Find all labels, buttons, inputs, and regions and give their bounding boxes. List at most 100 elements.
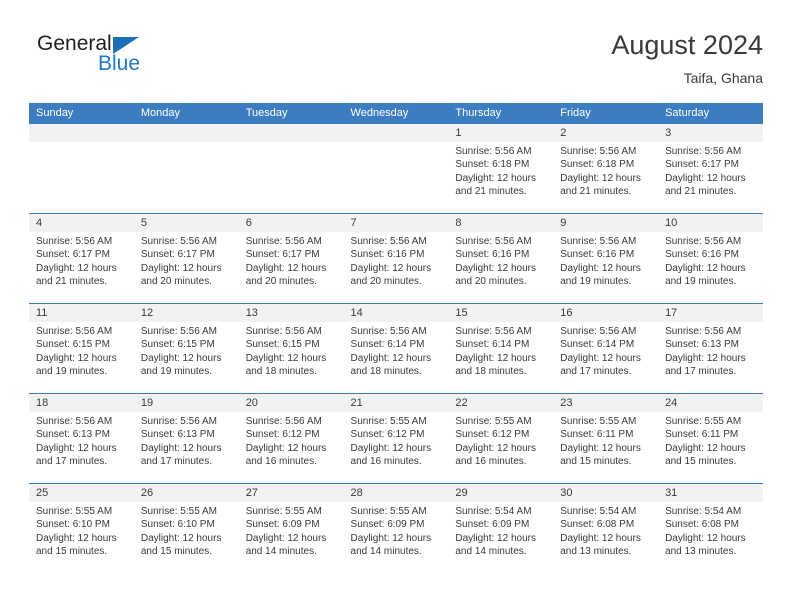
sunrise-text: Sunrise: 5:55 AM	[455, 416, 532, 427]
sunset-text: Sunset: 6:12 PM	[350, 429, 425, 441]
calendar-day-cell[interactable]: 24 Sunrise: 5:55 AM Sunset: 6:11 PM Dayligh…	[658, 394, 763, 483]
calendar-day-cell[interactable]: 1 Sunrise: 5:56 AM Sunset: 6:18 PM Daylight…	[448, 124, 554, 213]
daylight-text: Daylight: 12 hours	[140, 262, 222, 274]
daylight-text: and 14 minutes.	[350, 546, 422, 558]
daylight-text: Daylight: 12 hours	[665, 172, 746, 184]
calendar-day-cell[interactable]: 3 Sunrise: 5:56 AM Sunset: 6:17 PM Daylight…	[658, 124, 763, 213]
calendar-day-cell[interactable]: 18 Sunrise: 5:56 AM Sunset: 6:13 PM Dayligh…	[29, 394, 134, 483]
day-number: 13	[238, 304, 344, 322]
sunrise-text: Sunrise: 5:56 AM	[665, 326, 742, 337]
calendar-day-cell[interactable]: 10 Sunrise: 5:56 AM Sunset: 6:16 PM Dayligh…	[658, 214, 763, 303]
sunrise-text: Sunrise: 5:56 AM	[36, 326, 113, 337]
sunset-text: Sunset: 6:15 PM	[140, 339, 215, 351]
calendar-day-cell[interactable]: 17 Sunrise: 5:56 AM Sunset: 6:13 PM Dayligh…	[658, 304, 763, 393]
sunrise-text: Sunrise: 5:56 AM	[140, 326, 217, 337]
sunset-text: Sunset: 6:11 PM	[665, 429, 739, 441]
daylight-text: and 17 minutes.	[560, 366, 632, 378]
weekday-header-saturday: Saturday	[658, 103, 763, 124]
day-number	[133, 124, 239, 142]
sunrise-text: Sunrise: 5:56 AM	[455, 326, 532, 337]
day-number: 31	[658, 484, 763, 502]
calendar-day-cell[interactable]: 16 Sunrise: 5:56 AM Sunset: 6:14 PM Dayligh…	[553, 304, 659, 393]
sunrise-text: Sunrise: 5:56 AM	[140, 416, 217, 427]
daylight-text: Daylight: 12 hours	[350, 532, 432, 544]
calendar-day-cell[interactable]: 15 Sunrise: 5:56 AM Sunset: 6:14 PM Dayligh…	[448, 304, 554, 393]
sunrise-text: Sunrise: 5:56 AM	[560, 146, 637, 157]
calendar-day-cell[interactable]: 5 Sunrise: 5:56 AM Sunset: 6:17 PM Daylight…	[133, 214, 239, 303]
calendar-day-cell[interactable]: 11 Sunrise: 5:56 AM Sunset: 6:15 PM Dayligh…	[29, 304, 134, 393]
calendar-day-cell[interactable]: 22 Sunrise: 5:55 AM Sunset: 6:12 PM Dayligh…	[448, 394, 554, 483]
calendar-day-cell[interactable]: 26 Sunrise: 5:55 AM Sunset: 6:10 PM Dayligh…	[133, 484, 239, 573]
sunrise-text: Sunrise: 5:56 AM	[245, 416, 322, 427]
calendar-day-cell[interactable]: 14 Sunrise: 5:56 AM Sunset: 6:14 PM Dayligh…	[343, 304, 449, 393]
day-details: Sunrise: 5:56 AM Sunset: 6:15 PM Daylight:…	[239, 322, 344, 379]
calendar-day-cell[interactable]: 7 Sunrise: 5:56 AM Sunset: 6:16 PM Daylight…	[343, 214, 449, 303]
sunrise-text: Sunrise: 5:56 AM	[455, 146, 532, 157]
daylight-text: Daylight: 12 hours	[245, 262, 327, 274]
day-number	[238, 124, 344, 142]
calendar-empty-cell	[238, 124, 344, 213]
calendar-page: General Blue August 2024 Taifa, Ghana Su…	[0, 0, 792, 612]
calendar-day-cell[interactable]: 19 Sunrise: 5:56 AM Sunset: 6:13 PM Dayligh…	[133, 394, 239, 483]
sunrise-text: Sunrise: 5:56 AM	[245, 326, 322, 337]
sunrise-text: Sunrise: 5:55 AM	[350, 416, 427, 427]
day-number: 22	[448, 394, 554, 412]
calendar-day-cell[interactable]: 23 Sunrise: 5:55 AM Sunset: 6:11 PM Dayligh…	[553, 394, 659, 483]
page-subtitle: Taifa, Ghana	[683, 70, 763, 86]
calendar-day-cell[interactable]: 21 Sunrise: 5:55 AM Sunset: 6:12 PM Dayligh…	[343, 394, 449, 483]
calendar-day-cell[interactable]: 13 Sunrise: 5:56 AM Sunset: 6:15 PM Dayligh…	[238, 304, 344, 393]
day-number: 4	[29, 214, 134, 232]
sunset-text: Sunset: 6:17 PM	[36, 249, 110, 261]
sunrise-text: Sunrise: 5:55 AM	[350, 506, 427, 517]
calendar-day-cell[interactable]: 9 Sunrise: 5:56 AM Sunset: 6:16 PM Daylight…	[553, 214, 659, 303]
sunset-text: Sunset: 6:13 PM	[36, 429, 110, 441]
daylight-text: and 21 minutes.	[455, 186, 527, 198]
calendar-empty-cell	[133, 124, 239, 213]
daylight-text: and 16 minutes.	[350, 456, 422, 468]
sunset-text: Sunset: 6:16 PM	[665, 249, 739, 261]
calendar-day-cell[interactable]: 27 Sunrise: 5:55 AM Sunset: 6:09 PM Dayligh…	[238, 484, 344, 573]
day-number: 15	[448, 304, 554, 322]
sunrise-text: Sunrise: 5:56 AM	[455, 236, 532, 247]
sunset-text: Sunset: 6:12 PM	[455, 429, 530, 441]
day-number: 3	[658, 124, 763, 142]
calendar-table: Sunday Monday Tuesday Wednesday Thursday…	[29, 103, 763, 573]
calendar-day-cell[interactable]: 25 Sunrise: 5:55 AM Sunset: 6:10 PM Dayligh…	[29, 484, 134, 573]
calendar-day-cell[interactable]: 28 Sunrise: 5:55 AM Sunset: 6:09 PM Dayligh…	[343, 484, 449, 573]
sunset-text: Sunset: 6:17 PM	[245, 249, 320, 261]
day-number: 1	[448, 124, 554, 142]
sunset-text: Sunset: 6:14 PM	[350, 339, 425, 351]
sunrise-text: Sunrise: 5:55 AM	[140, 506, 217, 517]
daylight-text: and 19 minutes.	[140, 366, 213, 378]
calendar-day-cell[interactable]: 29 Sunrise: 5:54 AM Sunset: 6:09 PM Dayligh…	[448, 484, 554, 573]
calendar-day-cell[interactable]: 8 Sunrise: 5:56 AM Sunset: 6:16 PM Daylight…	[448, 214, 554, 303]
day-details: Sunrise: 5:55 AM Sunset: 6:10 PM Daylight:…	[134, 502, 239, 559]
calendar-day-cell[interactable]: 2 Sunrise: 5:56 AM Sunset: 6:18 PM Daylight…	[553, 124, 659, 213]
calendar-day-cell[interactable]: 30 Sunrise: 5:54 AM Sunset: 6:08 PM Dayligh…	[553, 484, 659, 573]
daylight-text: Daylight: 12 hours	[350, 442, 432, 454]
daylight-text: and 18 minutes.	[245, 366, 317, 378]
day-number: 6	[238, 214, 344, 232]
general-blue-logo[interactable]: General Blue	[37, 32, 237, 90]
calendar-day-cell[interactable]: 4 Sunrise: 5:56 AM Sunset: 6:17 PM Daylight…	[29, 214, 134, 303]
daylight-text: Daylight: 12 hours	[36, 442, 117, 454]
day-details: Sunrise: 5:56 AM Sunset: 6:18 PM Daylight:…	[448, 142, 553, 199]
sunset-text: Sunset: 6:09 PM	[245, 519, 320, 531]
day-number: 30	[553, 484, 659, 502]
day-details: Sunrise: 5:56 AM Sunset: 6:16 PM Daylight:…	[553, 232, 658, 289]
daylight-text: and 20 minutes.	[140, 276, 213, 288]
day-details: Sunrise: 5:56 AM Sunset: 6:18 PM Daylight:…	[553, 142, 658, 199]
calendar-day-cell[interactable]: 6 Sunrise: 5:56 AM Sunset: 6:17 PM Daylight…	[238, 214, 344, 303]
daylight-text: and 21 minutes.	[560, 186, 632, 198]
daylight-text: and 21 minutes.	[36, 276, 108, 288]
calendar-day-cell[interactable]: 12 Sunrise: 5:56 AM Sunset: 6:15 PM Dayligh…	[133, 304, 239, 393]
calendar-day-cell[interactable]: 31 Sunrise: 5:54 AM Sunset: 6:08 PM Dayligh…	[658, 484, 763, 573]
day-details: Sunrise: 5:55 AM Sunset: 6:11 PM Daylight:…	[658, 412, 763, 469]
weekday-header-sunday: Sunday	[29, 103, 134, 124]
daylight-text: Daylight: 12 hours	[560, 442, 641, 454]
daylight-text: and 19 minutes.	[36, 366, 108, 378]
daylight-text: Daylight: 12 hours	[350, 262, 432, 274]
sunrise-text: Sunrise: 5:56 AM	[245, 236, 322, 247]
daylight-text: Daylight: 12 hours	[140, 352, 222, 364]
calendar-day-cell[interactable]: 20 Sunrise: 5:56 AM Sunset: 6:12 PM Dayligh…	[238, 394, 344, 483]
